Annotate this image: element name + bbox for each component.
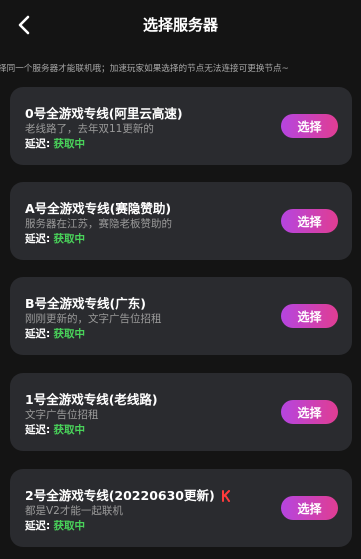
delay-value: 获取中 [53, 328, 86, 340]
select-button[interactable]: 选择 [281, 496, 338, 520]
delay-value: 获取中 [53, 520, 86, 532]
delay-label: 延迟: [25, 233, 51, 245]
server-name: 2号全游戏专线(20220630更新) [25, 488, 215, 503]
server-card: 1号全游戏专线(老线路) 文字广告位招租 延迟: 获取中 选择 [10, 373, 352, 451]
server-delay: 延迟: 获取中 [25, 326, 85, 341]
select-button[interactable]: 选择 [281, 114, 338, 138]
notice-text: 择同一个服务器才能联机哦；加速玩家如果选择的节点无法连接可更换节点~ [0, 64, 289, 74]
app-header: 选择服务器 [0, 0, 361, 50]
server-card: A号全游戏专线(赛隐赞助) 服务器在江苏，赛隐老板赞助的 延迟: 获取中 选择 [10, 182, 352, 260]
page-title: 选择服务器 [142, 16, 218, 34]
server-card: 2号全游戏专线(20220630更新) 都是V2才能一起联机 延迟: 获取中 选… [10, 469, 352, 547]
server-card: 0号全游戏专线(阿里云高速) 老线路了，去年双11更新的 延迟: 获取中 选择 [10, 87, 352, 165]
select-button[interactable]: 选择 [281, 209, 338, 233]
server-name: 0号全游戏专线(阿里云高速) [25, 106, 183, 121]
server-description: 刚刚更新的，文字广告位招租 [25, 313, 162, 325]
delay-value: 获取中 [53, 233, 86, 245]
delay-label: 延迟: [25, 328, 51, 340]
server-name-row: 2号全游戏专线(20220630更新) [25, 485, 231, 505]
delay-label: 延迟: [25, 424, 51, 436]
server-description: 老线路了，去年双11更新的 [25, 123, 154, 135]
select-button[interactable]: 选择 [281, 304, 338, 328]
delay-label: 延迟: [25, 520, 51, 532]
hot-icon [221, 490, 231, 505]
server-delay: 延迟: 获取中 [25, 422, 85, 437]
server-description: 文字广告位招租 [25, 409, 99, 421]
notice-banner: 择同一个服务器才能联机哦；加速玩家如果选择的节点无法连接可更换节点~ [0, 62, 361, 76]
server-name: 1号全游戏专线(老线路) [25, 392, 158, 407]
server-name: A号全游戏专线(赛隐赞助) [25, 201, 172, 216]
delay-value: 获取中 [53, 424, 86, 436]
select-button[interactable]: 选择 [281, 400, 338, 424]
server-delay: 延迟: 获取中 [25, 231, 85, 246]
server-delay: 延迟: 获取中 [25, 518, 85, 533]
server-delay: 延迟: 获取中 [25, 136, 85, 151]
server-card: B号全游戏专线(广东) 刚刚更新的，文字广告位招租 延迟: 获取中 选择 [10, 277, 352, 355]
delay-label: 延迟: [25, 138, 51, 150]
delay-value: 获取中 [53, 138, 86, 150]
server-description: 都是V2才能一起联机 [25, 505, 123, 517]
server-description: 服务器在江苏，赛隐老板赞助的 [25, 218, 172, 230]
server-name: B号全游戏专线(广东) [25, 296, 146, 311]
